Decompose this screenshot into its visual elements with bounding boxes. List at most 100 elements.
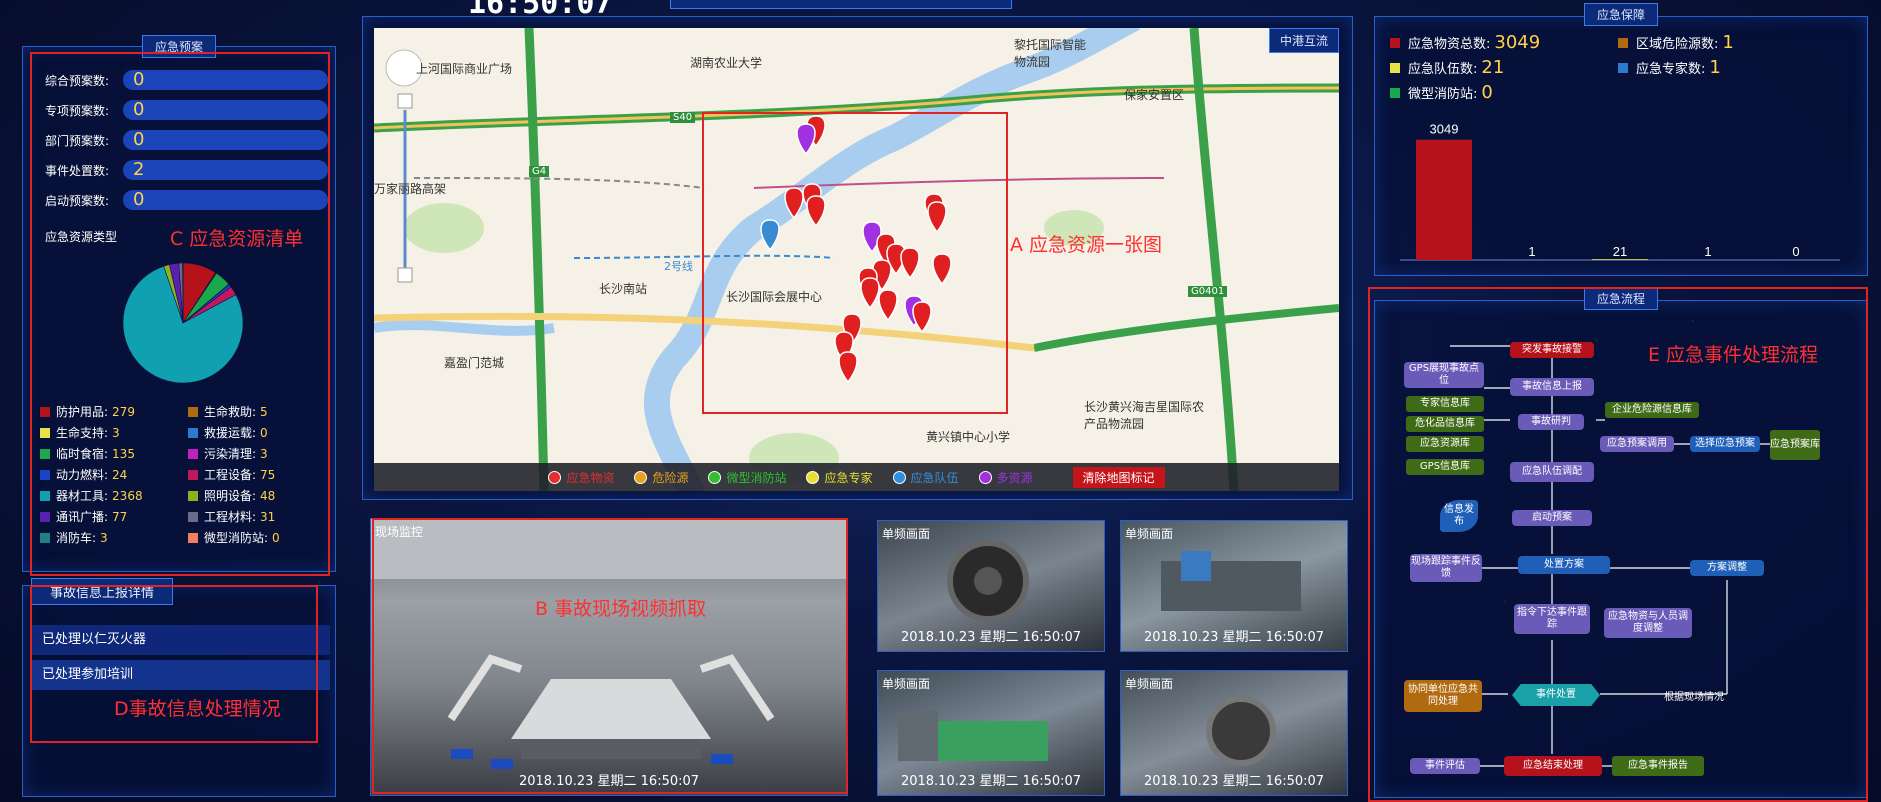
flow-node-order[interactable]: 指令下达事件跟踪 (1514, 604, 1590, 634)
clear-map-markers-button[interactable]: 清除地图标记 (1072, 466, 1165, 488)
bar-chart-value-label: 1 (1704, 244, 1711, 259)
map-legend-label: 微型消防站 (726, 470, 787, 485)
map-legend-item[interactable]: 应急专家 (806, 469, 873, 486)
video-feed-3[interactable]: 单频画面 2018.10.23 星期二 16:50:07 (877, 670, 1105, 796)
video-4-title: 单频画面 (1125, 677, 1174, 691)
flow-node-choose-plan[interactable]: 选择应急预案 (1690, 436, 1760, 452)
map-label-jiayinmen: 嘉盈门范城 (444, 356, 505, 370)
bar-chart-value-label: 21 (1613, 244, 1627, 259)
video-feed-2[interactable]: 单频画面 2018.10.23 星期二 16:50:07 (1120, 520, 1348, 652)
stat-teams-swatch (1390, 62, 1400, 73)
flow-node-track[interactable]: 现场跟踪事件反馈 (1410, 554, 1482, 582)
video-3-title: 单频画面 (882, 677, 931, 691)
map-label-agri: 长沙黄兴海吉星国际农产品物流园 (1084, 400, 1205, 431)
video-3-timestamp: 2018.10.23 星期二 16:50:07 (900, 774, 1082, 789)
map-label-logistics: 黎托国际智能物流园 (1014, 38, 1087, 69)
flow-node-gps-show[interactable]: GPS展现事故点位 (1404, 362, 1484, 388)
map-legend-item[interactable]: 应急队伍 (892, 469, 959, 486)
map-label-changsha-south: 长沙南站 (599, 282, 648, 296)
map-legend-label: 多资源 (996, 470, 1033, 485)
flow-node-gps-db[interactable]: GPS信息库 (1406, 459, 1484, 475)
annotation-box-b (372, 518, 848, 794)
map-legend-dot (708, 470, 722, 484)
bar-chart-value-label: 0 (1792, 244, 1799, 259)
flow-node-team[interactable]: 应急队伍调配 (1510, 462, 1594, 482)
annotation-box-a (702, 112, 1008, 414)
flow-node-enterprise-db[interactable]: 企业危险源信息库 (1605, 402, 1699, 418)
stat-materials-swatch (1390, 37, 1400, 48)
map-legend-dot (892, 470, 906, 484)
flow-node-dispatch[interactable]: 应急物资与人员调度调整 (1604, 608, 1692, 638)
map-legend-label: 危险源 (652, 470, 689, 485)
flow-node-plan-call[interactable]: 应急预案调用 (1600, 436, 1674, 452)
map-label-s40: S40 (670, 112, 696, 123)
flow-node-plan-lib[interactable]: 应急预案库 (1770, 430, 1820, 460)
map-label-wanjia: 万家丽路高架 (374, 182, 447, 196)
video-1-timestamp: 2018.10.23 星期二 16:50:07 (900, 630, 1082, 645)
map-legend-label: 应急专家 (824, 470, 873, 485)
flow-node-receive[interactable]: 突发事故接警 (1510, 342, 1594, 358)
video-1-title: 单频画面 (882, 527, 931, 541)
stat-fire-stations: 微型消防站: 0 (1390, 82, 1493, 103)
map-legend-dot (978, 470, 992, 484)
bar-chart-bar (1592, 259, 1648, 260)
map-legend-item[interactable]: 微型消防站 (708, 469, 786, 486)
flow-node-expert-db[interactable]: 专家信息库 (1406, 396, 1484, 412)
bar-chart-value-label: 1 (1528, 244, 1535, 259)
bar-chart-bar (1416, 139, 1472, 260)
map-legend-dot (548, 470, 562, 484)
flow-node-cooperate[interactable]: 协同单位应急共同处理 (1404, 680, 1482, 712)
flow-node-judge[interactable]: 事故研判 (1518, 414, 1584, 430)
stat-experts-swatch (1618, 62, 1628, 73)
map-legend-bar: 应急物资 危险源 微型消防站 应急专家 应急队伍 多资源 清除地图标记 (374, 463, 1339, 491)
video-4-timestamp: 2018.10.23 星期二 16:50:07 (1143, 774, 1325, 789)
map-tab[interactable]: 中港互流 (1268, 28, 1339, 53)
map-legend-label: 应急队伍 (910, 470, 959, 485)
flow-node-start-plan[interactable]: 启动预案 (1512, 510, 1592, 526)
annotation-b: B 事故现场视频抓取 (535, 598, 707, 620)
flow-node-publish[interactable]: 信息发布 (1440, 500, 1478, 532)
bar-chart-value-label: 3049 (1430, 122, 1459, 137)
stat-hazards-swatch (1618, 37, 1628, 48)
map-label-plaza: 上河国际商业广场 (416, 62, 513, 76)
map-legend-dot (806, 470, 820, 484)
flow-node-report[interactable]: 事故信息上报 (1510, 378, 1594, 396)
map-legend-dot (634, 470, 648, 484)
flow-node-hazard-db[interactable]: 危化品信息库 (1406, 416, 1484, 432)
map-label-huangxing: 黄兴镇中心小学 (926, 430, 1011, 444)
flow-node-resource-db[interactable]: 应急资源库 (1406, 436, 1484, 452)
map-label-line2: 2号线 (664, 260, 693, 273)
map-legend-label: 应急物资 (566, 470, 615, 485)
flow-label-by-situation: 根据现场情况 (1664, 692, 1724, 703)
annotation-a: A 应急资源一张图 (1010, 234, 1163, 256)
annotation-box-c (30, 52, 330, 576)
map-label-university: 湖南农业大学 (690, 56, 763, 70)
stat-materials: 应急物资总数: 3049 (1390, 32, 1540, 53)
flow-node-evaluate[interactable]: 事件评估 (1410, 758, 1480, 774)
map-label-baojia: 保家安置区 (1124, 88, 1185, 102)
map-legend-item[interactable]: 应急物资 (548, 469, 614, 486)
flow-node-adjust[interactable]: 方案调整 (1690, 560, 1764, 576)
video-2-timestamp: 2018.10.23 星期二 16:50:07 (1143, 630, 1325, 645)
annotation-e: E 应急事件处理流程 (1648, 344, 1819, 366)
map-label-g4: G4 (529, 166, 550, 177)
map-label-g0401: G0401 (1188, 286, 1228, 297)
annotation-d: D事故信息处理情况 (114, 698, 281, 720)
stat-experts: 应急专家数: 1 (1618, 57, 1721, 78)
top-title-bar (670, 0, 1012, 9)
map-legend-item[interactable]: 危险源 (634, 469, 688, 486)
stat-hazards: 区域危险源数: 1 (1618, 32, 1734, 53)
video-feed-4[interactable]: 单频画面 2018.10.23 星期二 16:50:07 (1120, 670, 1348, 796)
flow-node-handle-plan[interactable]: 处置方案 (1518, 556, 1610, 574)
support-bar-chart: 3049 1 21 1 0 (1400, 122, 1840, 261)
stat-teams: 应急队伍数: 21 (1390, 57, 1504, 78)
video-2-title: 单频画面 (1125, 527, 1174, 541)
annotation-c: C 应急资源清单 (170, 228, 304, 250)
stat-fire-stations-swatch (1390, 87, 1400, 98)
flow-node-dispose[interactable]: 事件处置 (1512, 684, 1600, 706)
video-feed-1[interactable]: 单频画面 2018.10.23 星期二 16:50:07 (877, 520, 1105, 652)
flow-node-end[interactable]: 应急结束处理 (1504, 756, 1602, 776)
map-legend-item[interactable]: 多资源 (978, 469, 1033, 486)
flow-node-final-report[interactable]: 应急事件报告 (1612, 756, 1704, 776)
support-panel-title: 应急保障 (1583, 3, 1659, 26)
